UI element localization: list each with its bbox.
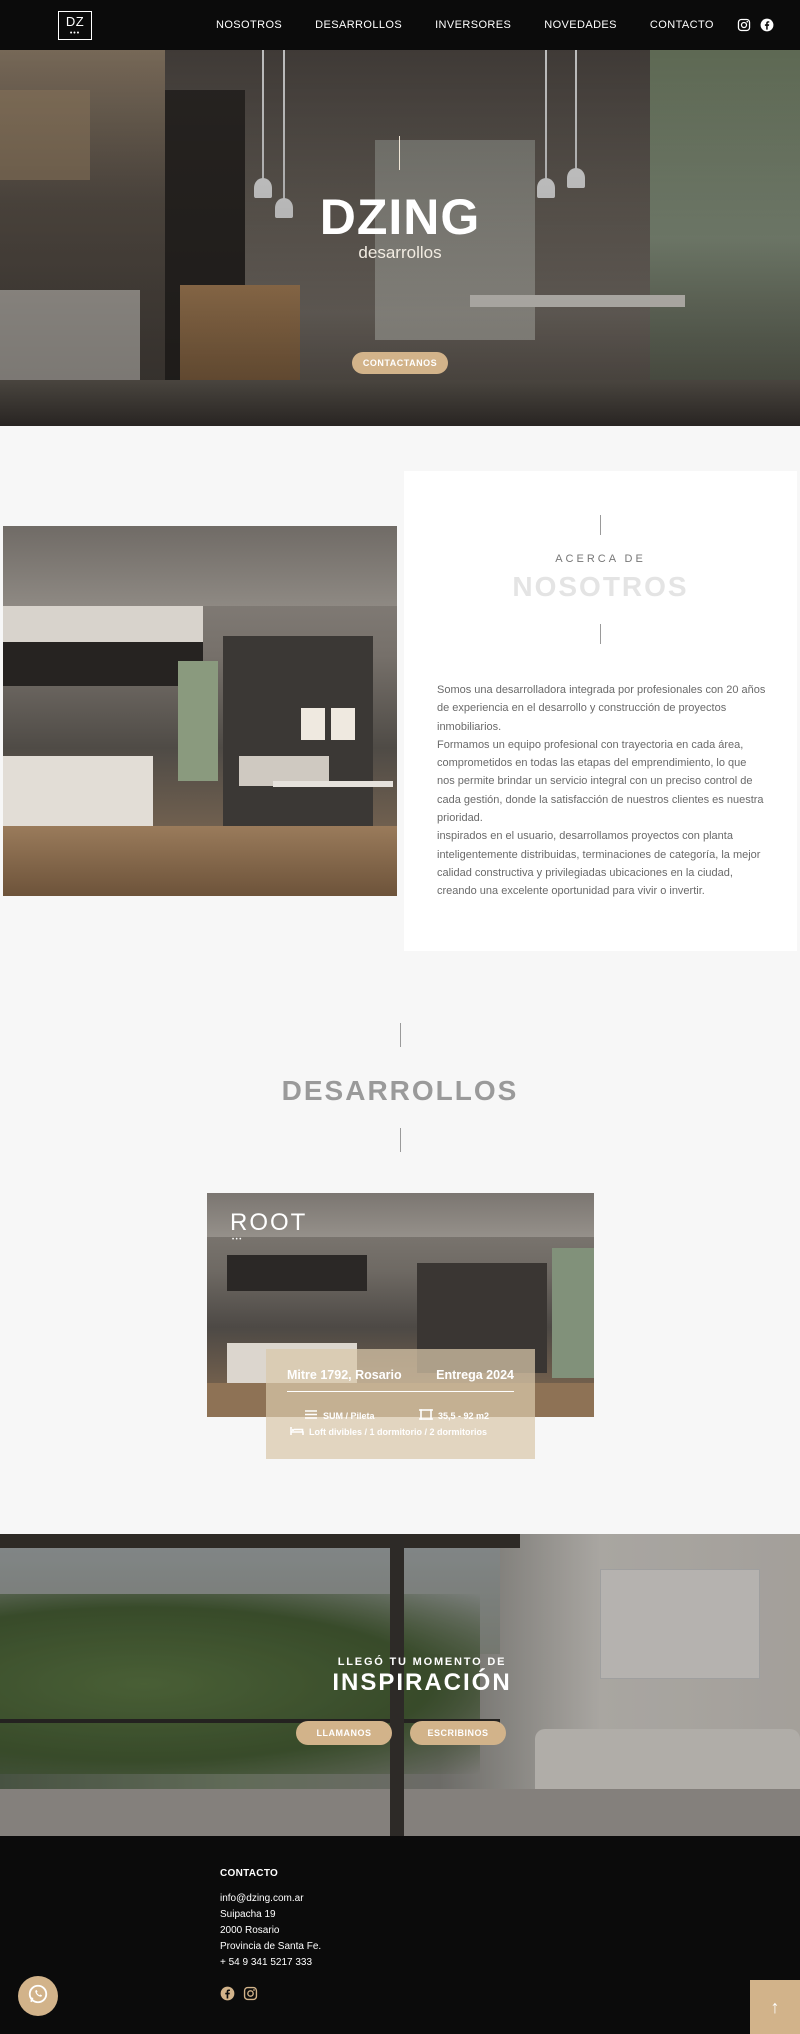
project-address: Mitre 1792, Rosario (287, 1368, 402, 1382)
project-amenities: SUM / Pileta (323, 1410, 375, 1421)
project-delivery: Entrega 2024 (436, 1368, 514, 1382)
footer-province: Provincia de Santa Fe. (220, 1941, 322, 1952)
project-units: Loft divibles / 1 dormitorio / 2 dormito… (309, 1426, 488, 1437)
developments-bottom-divider (400, 1128, 401, 1152)
about-paragraph: inspirados en el usuario, desarrollamos … (437, 830, 761, 898)
about-paragraph: Formamos un equipo profesional con traye… (437, 738, 764, 825)
amenities-icon (304, 1409, 318, 1422)
main-nav: NOSOTROS DESARROLLOS INVERSORES NOVEDADE… (216, 0, 774, 50)
about-text: Somos una desarrolladora integrada por p… (437, 681, 767, 901)
facebook-icon[interactable] (220, 1986, 235, 2001)
about-card: ACERCA DE NOSOTROS Somos una desarrollad… (404, 471, 797, 951)
nav-item-novedades[interactable]: NOVEDADES (544, 19, 617, 31)
bed-icon (290, 1425, 304, 1438)
inspiration-title: INSPIRACIÓN (332, 1669, 512, 1696)
about-title: NOSOTROS (512, 571, 689, 602)
project-size: 35,5 - 92 m2 (438, 1410, 490, 1421)
about-top-divider (600, 515, 601, 535)
footer-street: Suipacha 19 (220, 1909, 276, 1920)
inspiration-eyebrow: LLEGÓ TU MOMENTO DE (337, 1656, 507, 1668)
project-info-panel[interactable]: Mitre 1792, Rosario Entrega 2024 SUM / P… (266, 1349, 535, 1459)
nav-item-inversores[interactable]: INVERSORES (435, 19, 511, 31)
project-info-divider (287, 1391, 514, 1392)
hero-divider (399, 136, 400, 170)
about-paragraph: Somos una desarrolladora integrada por p… (437, 684, 766, 733)
footer-phone[interactable]: + 54 9 341 5217 333 (220, 1957, 312, 1968)
area-icon (419, 1409, 433, 1422)
project-name: ROOT (230, 1209, 308, 1236)
instagram-icon[interactable] (243, 1986, 258, 2001)
whatsapp-button[interactable] (18, 1976, 58, 2016)
instagram-icon[interactable] (737, 18, 751, 32)
site-footer: CONTACTO info@dzing.com.ar Suipacha 19 2… (0, 1836, 800, 2034)
write-us-button[interactable]: ESCRIBINOS (410, 1721, 506, 1745)
contact-us-button[interactable]: CONTACTANOS (352, 352, 448, 374)
nav-item-desarrollos[interactable]: DESARROLLOS (315, 19, 402, 31)
developments-title: DESARROLLOS (281, 1075, 519, 1106)
logo-dots: ••• (69, 30, 81, 37)
logo[interactable]: DZ ••• (58, 11, 92, 40)
whatsapp-icon (27, 1983, 49, 2010)
call-us-button[interactable]: LLAMANOS (296, 1721, 392, 1745)
about-eyebrow: ACERCA DE (555, 553, 646, 565)
inspiration-section: LLEGÓ TU MOMENTO DE INSPIRACIÓN LLAMANOS… (0, 1534, 800, 1836)
facebook-icon[interactable] (760, 18, 774, 32)
developments-top-divider (400, 1023, 401, 1047)
nav-item-contacto[interactable]: CONTACTO (650, 19, 714, 31)
hero-section: DZING desarrollos CONTACTANOS (0, 50, 800, 426)
hero-title: DZING (319, 189, 481, 245)
footer-email[interactable]: info@dzing.com.ar (220, 1893, 304, 1904)
nav-item-nosotros[interactable]: NOSOTROS (216, 19, 282, 31)
scroll-to-top-button[interactable]: ↑ (750, 1980, 800, 2034)
logo-text: DZ (65, 14, 85, 29)
project-dots: ••• (232, 1237, 243, 1243)
hero-subtitle: desarrollos (358, 243, 442, 262)
about-bottom-divider (600, 624, 601, 644)
footer-title: CONTACTO (220, 1868, 279, 1879)
about-image (3, 526, 397, 896)
site-header: DZ ••• NOSOTROS DESARROLLOS INVERSORES N… (0, 0, 800, 50)
footer-city: 2000 Rosario (220, 1925, 280, 1936)
